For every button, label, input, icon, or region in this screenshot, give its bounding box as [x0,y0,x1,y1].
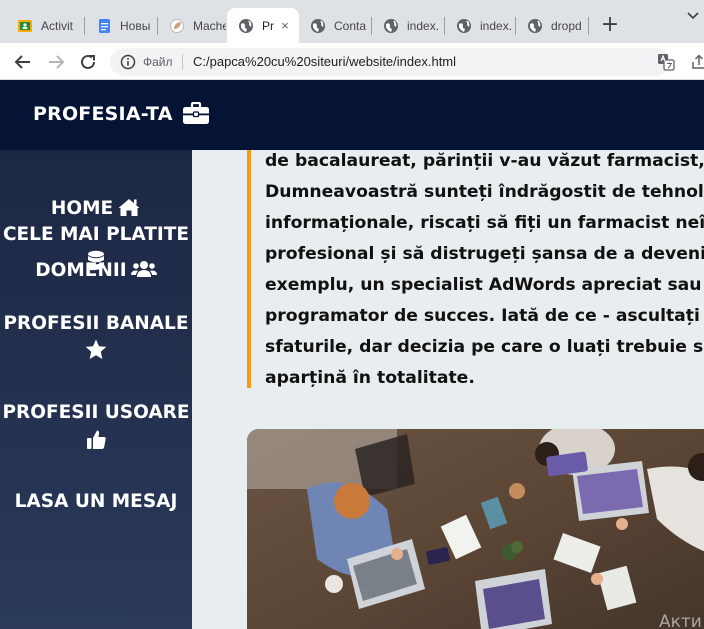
tab-search-chevron-icon[interactable] [686,8,700,22]
translate-icon[interactable] [657,53,675,71]
tab-title: Activit [41,18,74,33]
browser-tab-strip: Activit Новы Mache Pr × Conta index. ind… [0,0,704,43]
main-content: de bacalaureat, părinții v-au văzut farm… [192,150,704,629]
nav-label: CELE MAI PLATITE [2,224,190,245]
browser-tab-active[interactable]: Pr × [227,8,299,43]
forward-arrow-icon[interactable] [45,51,67,73]
quote-line: de bacalaureat, părinții v-au văzut farm… [265,151,704,171]
tab-title: index. [407,18,440,33]
globe-icon [383,18,399,34]
quote-line: profesional și să distrugeți șansa de a … [265,244,704,264]
close-tab-icon[interactable]: × [277,18,293,34]
browser-toolbar: Файл C:/papca%20cu%20siteuri/website/ind… [0,43,704,80]
browser-tab[interactable]: Новы [85,8,157,43]
nav-item-profesii-usoare[interactable]: PROFESII USOARE [0,399,192,458]
address-scheme-label: Файл [143,55,173,69]
back-arrow-icon[interactable] [12,51,34,73]
nav-label: HOME [50,198,114,219]
browser-tab[interactable]: Activit [6,8,84,43]
tab-title: Conta [334,18,367,33]
address-divider [182,54,183,70]
nav-item-profesii-banale[interactable]: PROFESII BANALE [0,310,192,368]
browser-tab[interactable]: index. [445,8,515,43]
address-bar[interactable]: Файл C:/papca%20cu%20siteuri/website/ind… [110,48,670,76]
web-page: PROFESIA-TA HOME DOMENII PROFESII USOARE… [0,80,704,629]
browser-tab[interactable]: Mache [158,8,226,43]
team-meeting-photo [247,429,704,629]
star-icon [0,339,192,368]
classroom-icon [17,18,33,34]
tab-title: Pr [262,18,274,33]
leaf-icon [169,18,185,34]
tab-title: Mache [193,18,226,33]
nav-label: PROFESII BANALE [3,313,189,334]
advice-quote: de bacalaureat, părinții v-au văzut farm… [247,150,704,388]
globe-icon [238,18,254,34]
address-url[interactable]: C:/papca%20cu%20siteuri/website/index.ht… [193,54,456,69]
browser-tab[interactable]: Conta [299,8,371,43]
quote-line: aparțină în totalitate. [265,368,475,388]
sidebar-nav: HOME DOMENII PROFESII USOARE LASA UN MES… [0,150,192,629]
quote-line: programator de succes. Iată de ce - ascu… [265,306,704,326]
reload-icon[interactable] [77,51,99,73]
site-brand[interactable]: PROFESIA-TA [33,101,210,126]
share-icon[interactable] [690,53,704,71]
new-tab-button[interactable]: + [598,14,622,38]
site-header: PROFESIA-TA [0,80,704,150]
tab-divider [588,17,589,35]
nav-item-lasa-un-mesaj[interactable]: LASA UN MESAJ [0,488,192,515]
nav-label: PROFESII USOARE [2,402,190,423]
quote-line: sfaturile, dar decizia pe care o luați t… [265,337,704,357]
quote-line: Dumneavoastră sunteți îndrăgostit de teh… [265,182,704,202]
briefcase-icon [182,101,210,126]
nav-label: LASA UN MESAJ [14,491,178,512]
info-icon[interactable] [120,54,136,70]
tab-title: dropd [551,18,582,33]
database-icon [0,250,192,280]
brand-name: PROFESIA-TA [33,103,173,125]
tab-title: index. [480,18,513,33]
globe-icon [310,18,326,34]
globe-icon [527,18,543,34]
browser-tab[interactable]: dropd [516,8,588,43]
nav-item-cele-mai-platite[interactable]: CELE MAI PLATITE [0,221,192,280]
thumbs-up-icon [0,428,192,458]
quote-line: exemplu, un specialist AdWords apreciat … [265,275,704,295]
globe-icon [456,18,472,34]
quote-line: informaționale, riscați să fiți un farma… [265,213,704,233]
docs-icon [96,18,112,34]
tab-title: Новы [120,18,151,33]
os-activation-watermark: Акти [659,612,702,629]
browser-tab[interactable]: index. [372,8,444,43]
